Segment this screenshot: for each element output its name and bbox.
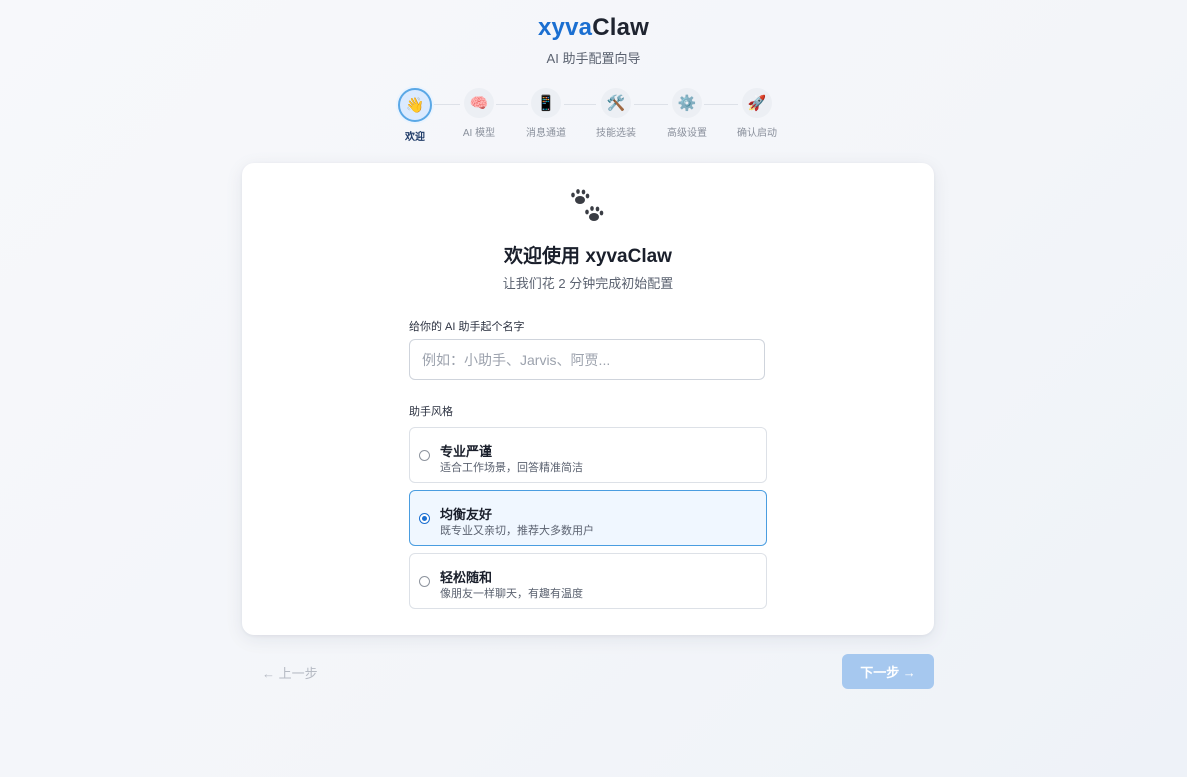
- previous-step-button[interactable]: ← 上一步: [262, 663, 318, 682]
- card-subtitle: 让我们花 2 分钟完成初始配置: [502, 276, 674, 291]
- step-message-channel[interactable]: 📱 消息通道: [516, 88, 576, 139]
- app-title: xyvaClaw: [0, 14, 1187, 42]
- step-label: 消息通道: [526, 128, 566, 139]
- style-radio[interactable]: [419, 450, 430, 461]
- welcome-card: 欢迎使用 xyvaClaw 让我们花 2 分钟完成初始配置 给你的 AI 助手起…: [242, 163, 934, 635]
- next-step-button[interactable]: 下一步 →: [842, 654, 934, 689]
- style-option-casual[interactable]: 轻松随和 像朋友一样聊天，有趣有温度: [409, 553, 767, 609]
- step-welcome[interactable]: 👋 欢迎: [385, 88, 445, 143]
- step-advanced-settings[interactable]: ⚙️ 高级设置: [657, 88, 717, 139]
- gear-icon: ⚙️: [672, 88, 702, 118]
- step-ai-model[interactable]: 🧠 AI 模型: [449, 88, 509, 139]
- mobile-phone-icon: 📱: [531, 88, 561, 118]
- brand-part1: xyva: [537, 14, 593, 41]
- option-title: 均衡友好: [440, 507, 493, 522]
- paw-prints-icon: [242, 187, 934, 232]
- option-description: 像朋友一样聊天，有趣有温度: [440, 588, 583, 600]
- step-label: 高级设置: [667, 128, 707, 139]
- style-radio[interactable]: [419, 513, 430, 524]
- style-option-balanced[interactable]: 均衡友好 既专业又亲切，推荐大多数用户: [409, 490, 767, 546]
- waving-hand-icon: 👋: [398, 88, 432, 122]
- assistant-name-label: 给你的 AI 助手起个名字: [409, 321, 525, 333]
- step-confirm-launch[interactable]: 🚀 确认启动: [727, 88, 787, 139]
- option-title: 轻松随和: [440, 570, 493, 585]
- style-radio[interactable]: [419, 576, 430, 587]
- style-option-professional[interactable]: 专业严谨 适合工作场景，回答精准简洁: [409, 427, 767, 483]
- step-label: 确认启动: [737, 128, 777, 139]
- step-label: 欢迎: [405, 132, 425, 143]
- step-label: 技能选装: [596, 128, 636, 139]
- assistant-name-input[interactable]: [409, 339, 765, 380]
- brand-part2: Claw: [592, 14, 650, 41]
- assistant-style-label: 助手风格: [409, 406, 453, 418]
- setup-stepper: 👋 欢迎 🧠 AI 模型 📱 消息通道 🛠️ 技能选装 ⚙️ 高级设置 🚀 确认…: [396, 88, 796, 144]
- option-title: 专业严谨: [440, 444, 493, 459]
- app-subtitle: AI 助手配置向导: [546, 51, 641, 66]
- step-label: AI 模型: [462, 128, 496, 139]
- card-title: 欢迎使用 xyvaClaw: [504, 246, 672, 267]
- rocket-icon: 🚀: [742, 88, 772, 118]
- header: xyvaClaw AI 助手配置向导: [0, 14, 1187, 67]
- option-description: 既专业又亲切，推荐大多数用户: [440, 525, 594, 537]
- brain-icon: 🧠: [464, 88, 494, 118]
- option-description: 适合工作场景，回答精准简洁: [440, 462, 583, 474]
- tools-icon: 🛠️: [601, 88, 631, 118]
- step-skills[interactable]: 🛠️ 技能选装: [586, 88, 646, 139]
